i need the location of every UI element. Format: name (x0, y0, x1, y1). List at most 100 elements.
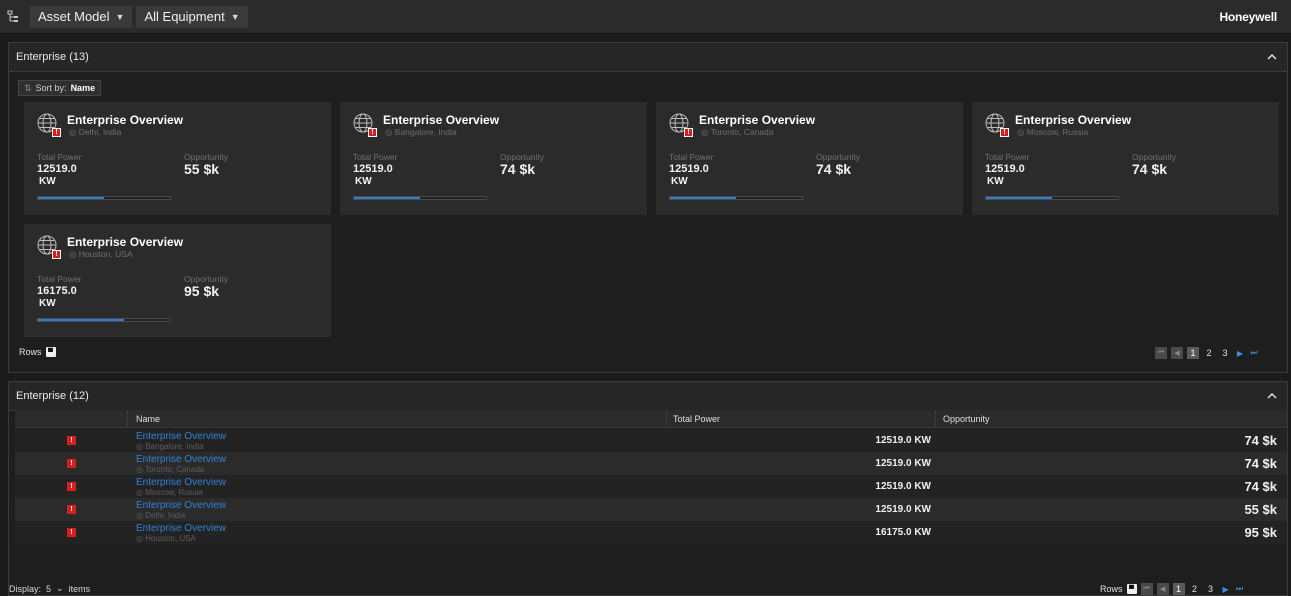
card-title[interactable]: Enterprise Overview (383, 113, 499, 127)
location-pin-icon: ◎ (136, 442, 146, 451)
next-page-icon[interactable]: ▶ (1235, 349, 1245, 358)
alert-icon: ! (67, 436, 76, 445)
caret-down-icon: ▼ (230, 11, 240, 22)
total-power-unit: KW (355, 176, 372, 187)
first-page-icon[interactable]: ⏮ (1140, 583, 1153, 595)
opportunity-value: 74 $k (816, 161, 852, 177)
location-pin-icon: ◎ (1017, 127, 1027, 137)
total-power-value: 12519.0 (669, 163, 709, 175)
row-name-link[interactable]: Enterprise Overview (136, 523, 226, 534)
location-pin-icon: ◎ (69, 127, 79, 137)
last-page-icon[interactable]: ⏭ (1249, 348, 1259, 358)
card-location: ◎ Moscow, Russia (1017, 127, 1089, 137)
page-number[interactable]: 3 (1219, 347, 1231, 359)
row-total-power: 12519.0 KW (875, 481, 931, 492)
enterprise-card[interactable]: ! Enterprise Overview ◎ Houston, USA Tot… (24, 224, 331, 337)
alert-icon: ! (368, 128, 377, 137)
opportunity-value: 95 $k (184, 283, 220, 299)
top-bar: Asset Model ▼ All Equipment ▼ Honeywell (0, 0, 1291, 34)
page-number[interactable]: 2 (1189, 583, 1201, 595)
asset-model-dropdown[interactable]: Asset Model ▼ (30, 5, 133, 28)
enterprise-card[interactable]: ! Enterprise Overview ◎ Delhi, India Tot… (24, 102, 331, 215)
last-page-icon[interactable]: ⏭ (1235, 584, 1245, 594)
chevron-down-icon[interactable]: ⌄ (56, 583, 64, 594)
lock-icon[interactable]: ▀ (1126, 584, 1137, 594)
page-number[interactable]: 3 (1205, 583, 1217, 595)
row-name-link[interactable]: Enterprise Overview (136, 477, 226, 488)
rows-label: Rows (1100, 584, 1123, 594)
table-row[interactable]: ! Enterprise Overview ◎ Toronto, Canada … (15, 452, 1287, 475)
chevron-up-icon[interactable] (1267, 391, 1277, 401)
alert-icon: ! (684, 128, 693, 137)
row-location: ◎ Toronto, Canada (136, 465, 205, 474)
table-row[interactable]: ! Enterprise Overview ◎ Delhi, India 125… (15, 498, 1287, 521)
card-location: ◎ Toronto, Canada (701, 127, 774, 137)
panel-title: Enterprise (12) (16, 390, 89, 402)
lock-icon[interactable]: ▀ (45, 347, 56, 357)
row-name-link[interactable]: Enterprise Overview (136, 431, 226, 442)
prev-page-icon[interactable]: ◀ (1156, 583, 1169, 595)
total-power-label: Total Power (353, 152, 398, 162)
display-value[interactable]: 5 (46, 584, 51, 594)
progress-fill (986, 197, 1052, 199)
tree-icon[interactable] (0, 0, 26, 34)
total-power-label: Total Power (985, 152, 1030, 162)
table-row[interactable]: ! Enterprise Overview ◎ Moscow, Russia 1… (15, 475, 1287, 498)
progress-fill (38, 319, 124, 321)
row-location: ◎ Moscow, Russia (136, 488, 203, 497)
panel-header[interactable]: Enterprise (12) (9, 382, 1287, 411)
row-name-link[interactable]: Enterprise Overview (136, 500, 226, 511)
alert-icon: ! (67, 505, 76, 514)
sort-prefix: Sort by: (35, 83, 67, 93)
total-power-unit: KW (671, 176, 688, 187)
enterprise-card[interactable]: ! Enterprise Overview ◎ Moscow, Russia T… (972, 102, 1279, 215)
alert-icon: ! (67, 459, 76, 468)
total-power-value: 12519.0 (985, 163, 1025, 175)
chevron-up-icon[interactable] (1267, 52, 1277, 62)
table-row[interactable]: ! Enterprise Overview ◎ Bangalore, India… (15, 429, 1287, 452)
total-power-unit: KW (987, 176, 1004, 187)
card-title[interactable]: Enterprise Overview (67, 235, 183, 249)
page-number[interactable]: 1 (1172, 583, 1185, 595)
first-page-icon[interactable]: ⏮ (1155, 347, 1167, 359)
card-title[interactable]: Enterprise Overview (67, 113, 183, 127)
opportunity-value: 74 $k (500, 161, 536, 177)
page-number[interactable]: 2 (1203, 347, 1215, 359)
prev-page-icon[interactable]: ◀ (1171, 347, 1183, 359)
next-page-icon[interactable]: ▶ (1221, 585, 1231, 594)
equipment-dropdown[interactable]: All Equipment ▼ (136, 5, 248, 28)
table-row[interactable]: ! Enterprise Overview ◎ Houston, USA 161… (15, 521, 1287, 544)
brand-logo: Honeywell (1219, 10, 1277, 24)
column-header-name[interactable]: Name (136, 414, 160, 424)
progress-bar (37, 196, 171, 200)
opportunity-value: 55 $k (184, 161, 220, 177)
sort-icon: ⇅ (24, 82, 32, 93)
row-location: ◎ Houston, USA (136, 534, 196, 543)
asset-model-label: Asset Model (38, 9, 110, 24)
equipment-label: All Equipment (144, 9, 225, 24)
column-header-total-power[interactable]: Total Power (673, 414, 720, 424)
row-total-power: 12519.0 KW (875, 504, 931, 515)
opportunity-value: 74 $k (1132, 161, 1168, 177)
enterprise-card[interactable]: ! Enterprise Overview ◎ Toronto, Canada … (656, 102, 963, 215)
progress-bar (353, 196, 487, 200)
card-location: ◎ Bangalore, India (385, 127, 457, 137)
cards-pagination: ⏮ ◀ 1 2 3 ▶ ⏭ (1155, 347, 1259, 359)
card-title[interactable]: Enterprise Overview (699, 113, 815, 127)
display-count-control[interactable]: Display: 5 ⌄ items (9, 583, 90, 594)
rows-label: Rows (19, 347, 42, 357)
sort-control[interactable]: ⇅ Sort by: Name (18, 80, 102, 96)
card-title[interactable]: Enterprise Overview (1015, 113, 1131, 127)
row-total-power: 12519.0 KW (875, 458, 931, 469)
row-location: ◎ Bangalore, India (136, 442, 204, 451)
total-power-unit: KW (39, 298, 56, 309)
caret-down-icon: ▼ (115, 11, 125, 22)
page-number[interactable]: 1 (1187, 347, 1199, 359)
total-power-value: 12519.0 (353, 163, 393, 175)
enterprise-card[interactable]: ! Enterprise Overview ◎ Bangalore, India… (340, 102, 647, 215)
rows-control[interactable]: Rows ▀ (19, 347, 56, 357)
panel-header[interactable]: Enterprise (13) (9, 43, 1287, 72)
row-name-link[interactable]: Enterprise Overview (136, 454, 226, 465)
display-label: Display: (9, 583, 42, 594)
column-header-opportunity[interactable]: Opportunity (943, 414, 990, 424)
